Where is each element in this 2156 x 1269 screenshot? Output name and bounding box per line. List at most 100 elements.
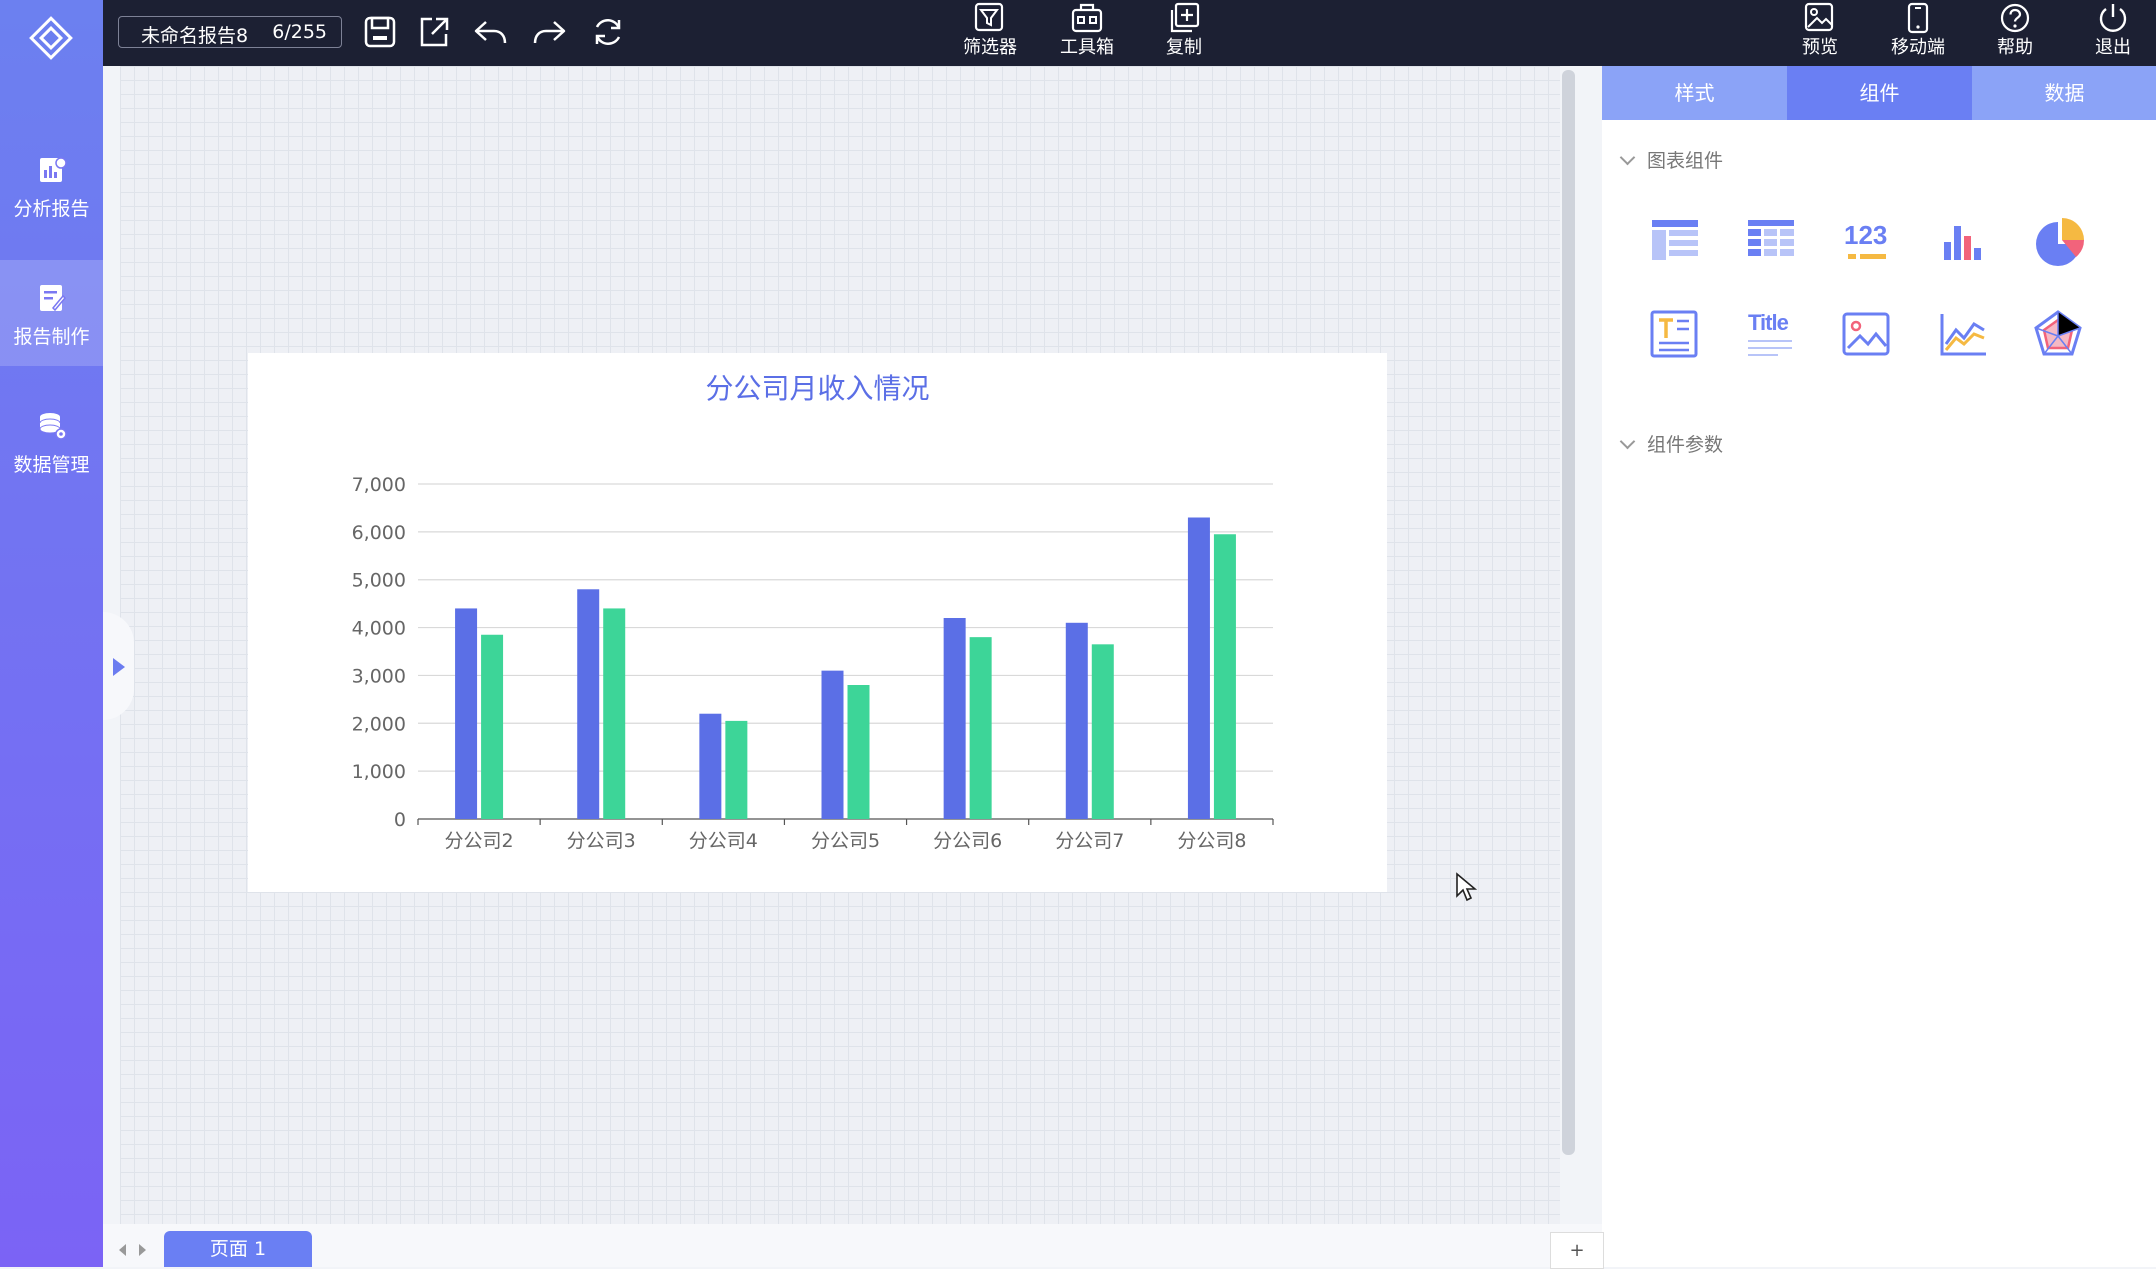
text-box-icon[interactable]	[1648, 308, 1704, 364]
preview-button[interactable]: 预览	[1780, 0, 1860, 62]
page-tabs-bar	[103, 1224, 1602, 1267]
bar	[699, 713, 722, 819]
refresh-icon[interactable]	[590, 14, 626, 50]
x-tick-label: 分公司6	[933, 830, 1002, 852]
table-icon[interactable]	[1648, 214, 1704, 270]
bar	[1187, 517, 1210, 819]
copy-icon	[1170, 2, 1200, 33]
mobile-button[interactable]: 移动端	[1878, 0, 1958, 62]
filter-icon	[974, 2, 1004, 32]
logout-label: 退出	[2095, 37, 2131, 58]
add-page-button[interactable]: +	[1550, 1232, 1604, 1269]
filter-button[interactable]: 筛选器	[950, 0, 1030, 62]
title-line	[1748, 347, 1792, 349]
bar-chart-icon[interactable]	[1936, 214, 1992, 270]
database-gear-icon	[39, 413, 67, 440]
bar	[847, 685, 870, 819]
y-tick-label: 7,000	[352, 474, 406, 496]
title-line	[1748, 340, 1792, 342]
mobile-icon	[1907, 2, 1929, 34]
tab-components[interactable]: 组件	[1787, 66, 1972, 120]
bar	[603, 608, 626, 819]
section-label: 图表组件	[1647, 150, 1724, 172]
bar	[1091, 644, 1114, 819]
chevron-down-icon	[1619, 433, 1636, 450]
next-page-icon[interactable]	[139, 1244, 146, 1256]
copy-label: 复制	[1166, 37, 1202, 58]
y-tick-label: 4,000	[352, 618, 406, 640]
expand-panel-toggle[interactable]	[103, 612, 134, 720]
number-card-icon[interactable]: 123	[1840, 214, 1896, 270]
mobile-label: 移动端	[1891, 37, 1945, 58]
x-tick-label: 分公司4	[689, 830, 758, 852]
y-tick-label: 1,000	[352, 761, 406, 783]
y-tick-label: 5,000	[352, 570, 406, 592]
bar	[1065, 622, 1088, 819]
bar	[481, 634, 504, 819]
pie-chart-icon[interactable]	[2032, 214, 2088, 270]
section-label: 组件参数	[1647, 434, 1724, 456]
prev-page-icon[interactable]	[119, 1244, 126, 1256]
title-line	[1748, 354, 1778, 356]
save-icon[interactable]	[362, 14, 398, 50]
number-card-text: 123	[1844, 220, 1888, 250]
x-tick-label: 分公司5	[811, 830, 880, 852]
report-edit-icon	[40, 285, 67, 312]
canvas-scrollbar[interactable]	[1562, 70, 1575, 1155]
export-icon[interactable]	[416, 14, 452, 50]
redo-icon[interactable]	[532, 14, 568, 50]
section-chart-components[interactable]: 图表组件	[1619, 146, 1724, 173]
x-tick-label: 分公司7	[1055, 830, 1124, 852]
app-logo-icon[interactable]	[27, 14, 75, 62]
preview-label: 预览	[1802, 37, 1838, 58]
sidebar-item-label: 数据管理	[13, 454, 90, 476]
help-button[interactable]: 帮助	[1975, 0, 2055, 62]
line-chart-icon[interactable]	[1936, 308, 1992, 364]
undo-icon[interactable]	[472, 14, 508, 50]
bar	[821, 670, 844, 819]
tab-data[interactable]: 数据	[1972, 66, 2156, 120]
chart-widget[interactable]: 分公司月收入情况 0 1,000 2,000 3,000 4,000 5,000 6,000…	[248, 353, 1387, 892]
bar	[969, 637, 992, 819]
x-tick-label: 分公司2	[445, 830, 514, 852]
y-tick-label: 6,000	[352, 522, 406, 544]
preview-icon	[1804, 2, 1834, 32]
page-tab-1[interactable]: 页面 1	[164, 1231, 312, 1267]
right-panel: 样式 组件 数据 图表组件 123 Title 组件参数	[1602, 66, 2156, 1267]
char-count: 6/255	[272, 21, 327, 43]
sidebar-item-data-management[interactable]: 数据管理	[0, 388, 103, 494]
help-label: 帮助	[1997, 37, 2033, 58]
number-card-accent	[1860, 254, 1886, 259]
sidebar-item-analysis-report[interactable]: 分析报告	[0, 132, 103, 238]
x-tick-label: 分公司8	[1177, 830, 1246, 852]
copy-button[interactable]: 复制	[1144, 0, 1224, 62]
caret-right-icon	[113, 658, 125, 676]
tab-style[interactable]: 样式	[1602, 66, 1787, 120]
title-component-text: Title	[1748, 310, 1789, 335]
bar	[725, 720, 748, 819]
image-icon[interactable]	[1840, 308, 1896, 364]
bar	[1213, 534, 1236, 819]
y-tick-label: 2,000	[352, 713, 406, 735]
sidebar-item-report-create[interactable]: 报告制作	[0, 260, 103, 366]
logout-button[interactable]: 退出	[2073, 0, 2153, 62]
power-icon	[2099, 4, 2127, 32]
report-name: 未命名报告8	[141, 25, 249, 47]
y-tick-label: 0	[394, 809, 406, 831]
chevron-down-icon	[1619, 149, 1636, 166]
bar	[943, 618, 966, 819]
bar	[455, 608, 478, 819]
toolbox-label: 工具箱	[1060, 37, 1114, 58]
radar-chart-icon[interactable]	[2032, 308, 2088, 364]
pivot-table-icon[interactable]	[1744, 214, 1800, 270]
x-tick-label: 分公司3	[567, 830, 636, 852]
left-sidebar: 分析报告 报告制作 数据管理	[0, 0, 103, 1267]
sidebar-item-label: 报告制作	[13, 326, 90, 348]
chart-report-icon	[40, 157, 67, 182]
section-component-params[interactable]: 组件参数	[1619, 430, 1724, 457]
toolbox-button[interactable]: 工具箱	[1047, 0, 1127, 62]
report-name-input[interactable]: 未命名报告8 6/255	[118, 16, 342, 48]
bar-chart: 0 1,000 2,000 3,000 4,000 5,000 6,000 7,000 分公司2…	[352, 474, 1274, 852]
title-component-icon[interactable]: Title	[1744, 308, 1800, 364]
help-icon	[2000, 3, 2030, 33]
